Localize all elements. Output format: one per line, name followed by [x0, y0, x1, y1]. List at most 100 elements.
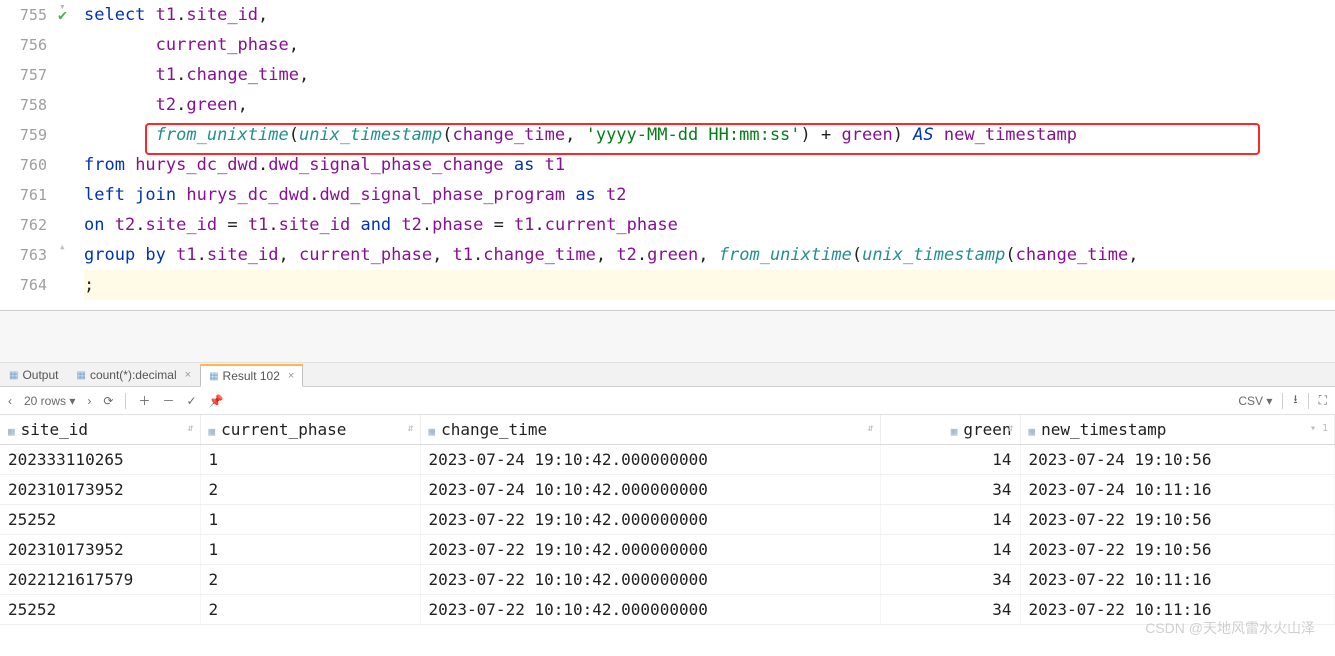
code-line[interactable]: current_phase,	[84, 30, 1335, 60]
pin-button[interactable]: 📌	[209, 394, 224, 408]
table-cell[interactable]: 25252	[0, 505, 200, 535]
export-label: CSV	[1238, 394, 1263, 408]
table-cell[interactable]: 1	[200, 505, 420, 535]
code-line[interactable]: from hurys_dc_dwd.dwd_signal_phase_chang…	[84, 150, 1335, 180]
sort-indicator-icon[interactable]: ⇵	[867, 423, 873, 434]
chevron-down-icon: ▾	[1266, 394, 1272, 408]
table-cell[interactable]: 14	[880, 445, 1020, 475]
table-cell[interactable]: 34	[880, 475, 1020, 505]
fold-toggle-icon[interactable]: ▾	[59, 0, 66, 13]
code-line[interactable]: t2.green,	[84, 90, 1335, 120]
remove-row-button[interactable]: －	[162, 392, 174, 409]
sort-indicator-icon[interactable]: ⇵	[407, 423, 413, 434]
result-tab[interactable]: ▦Output	[0, 364, 67, 386]
gutter-line: 763	[0, 240, 47, 270]
sort-indicator-icon[interactable]: ⇵	[187, 423, 193, 434]
rows-dropdown[interactable]: 20 rows ▾	[24, 394, 75, 408]
column-header[interactable]: ▦green⇵	[880, 415, 1020, 445]
download-button[interactable]: ⭳	[1293, 390, 1297, 411]
code-line[interactable]: ;	[84, 270, 1335, 300]
table-cell[interactable]: 2023-07-22 10:11:16	[1020, 565, 1335, 595]
chevron-down-icon: ▾	[69, 394, 75, 408]
gutter-line: 762	[0, 210, 47, 240]
rows-label: 20 rows	[24, 394, 66, 408]
table-row[interactable]: 20233311026512023-07-24 19:10:42.0000000…	[0, 445, 1335, 475]
table-cell[interactable]: 202333110265	[0, 445, 200, 475]
sort-indicator-icon[interactable]: ⇵	[1007, 423, 1013, 434]
table-cell[interactable]: 2023-07-22 19:10:42.000000000	[420, 505, 880, 535]
table-cell[interactable]: 1	[200, 535, 420, 565]
table-row[interactable]: 20231017395222023-07-24 10:10:42.0000000…	[0, 475, 1335, 505]
result-grid[interactable]: ▦site_id⇵▦current_phase⇵▦change_time⇵▦gr…	[0, 415, 1335, 625]
add-row-button[interactable]: ＋	[138, 392, 150, 409]
code-line[interactable]: select t1.site_id,	[84, 0, 1335, 30]
table-cell[interactable]: 2023-07-22 10:10:42.000000000	[420, 565, 880, 595]
code-area[interactable]: select t1.site_id, current_phase, t1.cha…	[80, 0, 1335, 310]
prev-page-button[interactable]: ‹	[8, 394, 12, 408]
table-cell[interactable]: 14	[880, 535, 1020, 565]
close-icon[interactable]: ×	[288, 370, 294, 382]
column-header[interactable]: ▦site_id⇵	[0, 415, 200, 445]
panel-spacer	[0, 311, 1335, 363]
column-icon: ▦	[1029, 425, 1036, 438]
column-label: site_id	[21, 420, 88, 439]
table-cell[interactable]: 25252	[0, 595, 200, 625]
table-cell[interactable]: 2023-07-22 19:10:56	[1020, 505, 1335, 535]
refresh-button[interactable]: ⟳	[103, 394, 113, 408]
table-cell[interactable]: 2023-07-22 19:10:42.000000000	[420, 535, 880, 565]
code-editor[interactable]: 755✔756757758759760761762763764 ▾▴ selec…	[0, 0, 1335, 310]
table-row[interactable]: 2525212023-07-22 19:10:42.00000000014202…	[0, 505, 1335, 535]
table-cell[interactable]: 2023-07-22 19:10:56	[1020, 535, 1335, 565]
toolbar-separator	[1282, 393, 1283, 409]
table-cell[interactable]: 202310173952	[0, 475, 200, 505]
close-icon[interactable]: ×	[185, 369, 191, 381]
column-icon: ▦	[429, 425, 436, 438]
table-cell[interactable]: 2023-07-22 10:11:16	[1020, 595, 1335, 625]
table-cell[interactable]: 1	[200, 445, 420, 475]
column-icon: ▦	[209, 425, 216, 438]
table-cell[interactable]: 2023-07-24 10:11:16	[1020, 475, 1335, 505]
table-cell[interactable]: 2023-07-24 10:10:42.000000000	[420, 475, 880, 505]
expand-button[interactable]: ⛶	[1319, 393, 1327, 408]
table-row[interactable]: 2525222023-07-22 10:10:42.00000000034202…	[0, 595, 1335, 625]
table-cell[interactable]: 14	[880, 505, 1020, 535]
gutter-line: 755✔	[0, 0, 47, 30]
code-line[interactable]: on t2.site_id = t1.site_id and t2.phase …	[84, 210, 1335, 240]
sort-indicator-icon[interactable]: ▾ 1	[1310, 423, 1328, 434]
table-cell[interactable]: 34	[880, 595, 1020, 625]
result-grid-container[interactable]: ▦site_id⇵▦current_phase⇵▦change_time⇵▦gr…	[0, 415, 1335, 656]
column-header[interactable]: ▦current_phase⇵	[200, 415, 420, 445]
grid-icon: ▦	[209, 371, 218, 382]
result-toolbar: ‹ 20 rows ▾ › ⟳ ＋ － ✓ 📌 CSV ▾ ⭳ ⛶	[0, 387, 1335, 415]
column-header[interactable]: ▦ change_time ⇵	[420, 415, 880, 445]
column-header[interactable]: ▦new_timestamp▾ 1	[1020, 415, 1335, 445]
table-cell[interactable]: 2	[200, 475, 420, 505]
fold-toggle-icon[interactable]: ▴	[59, 240, 66, 253]
export-dropdown[interactable]: CSV ▾	[1238, 394, 1272, 408]
result-tab[interactable]: ▦count(*):decimal×	[67, 364, 200, 386]
table-cell[interactable]: 34	[880, 565, 1020, 595]
table-cell[interactable]: 2	[200, 595, 420, 625]
commit-button[interactable]: ✓	[187, 394, 197, 408]
table-row[interactable]: 202212161757922023-07-22 10:10:42.000000…	[0, 565, 1335, 595]
gutter-line: 761	[0, 180, 47, 210]
code-line[interactable]: from_unixtime(unix_timestamp(change_time…	[84, 120, 1335, 150]
gutter-line: 760	[0, 150, 47, 180]
column-label: change_time	[441, 420, 547, 439]
code-line[interactable]: group by t1.site_id, current_phase, t1.c…	[84, 240, 1335, 270]
code-line[interactable]: t1.change_time,	[84, 60, 1335, 90]
grid-header-row: ▦site_id⇵▦current_phase⇵▦change_time⇵▦gr…	[0, 415, 1335, 445]
table-row[interactable]: 20231017395212023-07-22 19:10:42.0000000…	[0, 535, 1335, 565]
code-line[interactable]: left join hurys_dc_dwd.dwd_signal_phase_…	[84, 180, 1335, 210]
result-tab[interactable]: ▦Result 102×	[200, 364, 303, 387]
table-cell[interactable]: 2023-07-24 19:10:42.000000000	[420, 445, 880, 475]
next-page-button[interactable]: ›	[87, 394, 91, 408]
table-cell[interactable]: 2023-07-24 19:10:56	[1020, 445, 1335, 475]
table-cell[interactable]: 202310173952	[0, 535, 200, 565]
column-icon: ▦	[951, 425, 958, 438]
table-cell[interactable]: 2	[200, 565, 420, 595]
table-cell[interactable]: 2022121617579	[0, 565, 200, 595]
toolbar-separator	[125, 393, 126, 409]
table-cell[interactable]: 2023-07-22 10:10:42.000000000	[420, 595, 880, 625]
fold-column: ▾▴	[55, 0, 80, 310]
